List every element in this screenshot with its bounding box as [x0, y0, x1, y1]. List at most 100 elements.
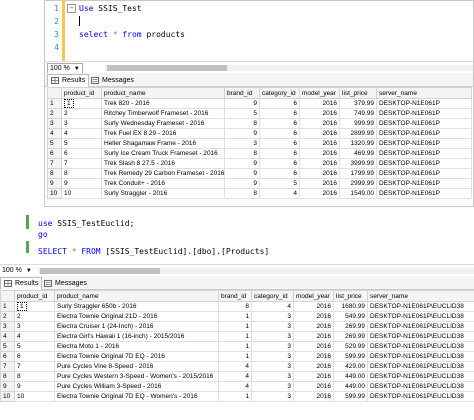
table-cell[interactable]: 6 [259, 128, 300, 139]
table-cell[interactable]: 9 [224, 168, 260, 179]
column-header[interactable]: model_year [299, 87, 340, 99]
table-cell[interactable]: 2016 [299, 128, 340, 139]
table-cell[interactable]: 8 [14, 371, 55, 382]
row-header[interactable]: 10 [0, 391, 15, 402]
table-cell[interactable]: Trek Conduit+ - 2016 [101, 178, 225, 189]
table-cell[interactable]: 3 [224, 138, 260, 149]
table-cell[interactable]: Surly Straggler 650b - 2016 [54, 301, 219, 312]
table-cell[interactable]: 2016 [299, 138, 340, 149]
row-header[interactable]: 8 [47, 168, 62, 179]
table-cell[interactable]: 529.99 [333, 341, 368, 352]
table-cell[interactable]: DESKTOP-N1E061P [376, 178, 472, 189]
table-cell[interactable]: 1 [218, 331, 252, 342]
table-cell[interactable]: 1 [218, 391, 252, 402]
table-cell[interactable]: 10 [61, 188, 102, 199]
row-header[interactable]: 7 [47, 158, 62, 169]
table-cell[interactable]: 999.99 [339, 118, 377, 129]
table-row[interactable]: 9 9 Trek Conduit+ - 2016 9 5 2016 2999.99 DESKT… [47, 178, 472, 189]
row-header[interactable]: 6 [47, 148, 62, 159]
collapse-icon[interactable]: − [67, 4, 76, 13]
row-header[interactable]: 5 [0, 341, 15, 352]
table-cell[interactable]: 6 [259, 148, 300, 159]
table-cell[interactable]: 10 [14, 391, 55, 402]
row-header[interactable]: 3 [0, 321, 15, 332]
table-cell[interactable]: 5 [224, 108, 260, 119]
table-cell[interactable]: 449.00 [333, 371, 368, 382]
table-cell[interactable]: 3 [251, 371, 294, 382]
column-header[interactable]: category_id [251, 290, 294, 302]
row-header[interactable]: 4 [47, 128, 62, 139]
scrollbar-thumb[interactable] [107, 65, 227, 71]
table-cell[interactable]: 1 [218, 341, 252, 352]
table-cell[interactable]: DESKTOP-N1E061P [376, 98, 472, 109]
table-cell[interactable]: 2016 [293, 301, 334, 312]
table-cell[interactable]: Surly Wednesday Frameset - 2016 [101, 118, 225, 129]
table-row[interactable]: 6 6 Electra Townie Original 7D EQ - 2016 1 3… [0, 351, 474, 362]
table-cell[interactable]: 2 [14, 311, 55, 322]
table-cell[interactable]: 2016 [293, 361, 334, 372]
table-cell[interactable]: 2016 [299, 158, 340, 169]
row-header[interactable]: 8 [0, 371, 15, 382]
table-cell[interactable]: 8 [224, 148, 260, 159]
table-row[interactable]: 8 8 Pure Cycles Western 3-Speed - Women's … [0, 371, 474, 382]
scrollbar-thumb[interactable] [40, 268, 160, 274]
horizontal-scrollbar[interactable] [38, 268, 474, 274]
table-row[interactable]: 1 1 Surly Straggler 650b - 2016 8 4 2016 1680.… [0, 301, 474, 312]
table-cell[interactable]: 1 [61, 98, 102, 109]
table-cell[interactable]: 5 [259, 178, 300, 189]
tab-messages[interactable]: Messages [40, 277, 91, 290]
column-header[interactable]: brand_id [224, 87, 260, 99]
table-cell[interactable]: 1 [218, 311, 252, 322]
table-cell[interactable]: 6 [259, 168, 300, 179]
table-cell[interactable]: DESKTOP-N1E061P\EUCLID38 [367, 301, 474, 312]
table-cell[interactable]: DESKTOP-N1E061P [376, 108, 472, 119]
column-header[interactable]: list_price [339, 87, 377, 99]
table-cell[interactable]: 2016 [293, 331, 334, 342]
table-cell[interactable]: 2016 [293, 391, 334, 402]
table-cell[interactable]: DESKTOP-N1E061P\EUCLID38 [367, 331, 474, 342]
table-cell[interactable]: DESKTOP-N1E061P [376, 118, 472, 129]
row-header[interactable]: 9 [47, 178, 62, 189]
table-cell[interactable]: 9 [224, 128, 260, 139]
results-grid-1[interactable]: product_id product_name brand_id categor… [47, 87, 472, 199]
table-cell[interactable]: 3 [251, 391, 294, 402]
table-row[interactable]: 5 5 Electra Moto 1 - 2016 1 3 2016 529.99 DESKT… [0, 341, 474, 352]
table-row[interactable]: 2 2 Electra Townie Original 21D - 2016 1 3 20… [0, 311, 474, 322]
column-header[interactable]: brand_id [218, 290, 252, 302]
table-cell[interactable]: 2016 [293, 341, 334, 352]
row-header[interactable]: 7 [0, 361, 15, 372]
table-cell[interactable]: DESKTOP-N1E061P\EUCLID38 [367, 351, 474, 362]
table-cell[interactable]: 6 [259, 98, 300, 109]
table-cell[interactable]: Surly Straggler - 2016 [101, 188, 225, 199]
table-cell[interactable]: DESKTOP-N1E061P\EUCLID38 [367, 311, 474, 322]
table-cell[interactable]: 9 [224, 178, 260, 189]
table-cell[interactable]: DESKTOP-N1E061P\EUCLID38 [367, 321, 474, 332]
table-cell[interactable]: 2999.99 [339, 178, 377, 189]
horizontal-scrollbar[interactable] [105, 65, 473, 71]
table-cell[interactable]: 9 [61, 178, 102, 189]
table-cell[interactable]: Trek Slash 8 27.5 - 2016 [101, 158, 225, 169]
table-cell[interactable]: Electra Moto 1 - 2016 [54, 341, 219, 352]
column-header[interactable]: product_name [101, 87, 225, 99]
table-cell[interactable]: 269.99 [333, 321, 368, 332]
table-row[interactable]: 8 8 Trek Remedy 29 Carbon Frameset - 2016 9… [47, 168, 472, 179]
column-header[interactable]: server_name [367, 290, 474, 302]
table-cell[interactable]: 2016 [299, 178, 340, 189]
table-cell[interactable]: DESKTOP-N1E061P\EUCLID38 [367, 381, 474, 392]
table-cell[interactable]: 2016 [299, 108, 340, 119]
table-cell[interactable]: 6 [61, 148, 102, 159]
table-cell[interactable]: 1549.00 [339, 188, 377, 199]
table-cell[interactable]: 8 [224, 118, 260, 129]
tab-results[interactable]: Results [47, 74, 90, 87]
table-cell[interactable]: 6 [259, 138, 300, 149]
table-cell[interactable]: 1799.99 [339, 168, 377, 179]
table-cell[interactable]: Trek Remedy 29 Carbon Frameset - 2016 [101, 168, 225, 179]
table-row[interactable]: 2 2 Ritchey Timberwolf Frameset - 2016 5 6 20… [47, 108, 472, 119]
table-cell[interactable]: Electra Townie Original 7D EQ - 2016 [54, 351, 219, 362]
table-cell[interactable]: 549.99 [333, 311, 368, 322]
zoom-dropdown[interactable]: 100 % ▼ [0, 266, 34, 275]
table-cell[interactable]: 9 [224, 158, 260, 169]
column-header[interactable]: list_price [333, 290, 368, 302]
table-cell[interactable]: DESKTOP-N1E061P [376, 128, 472, 139]
table-cell[interactable]: 6 [259, 108, 300, 119]
